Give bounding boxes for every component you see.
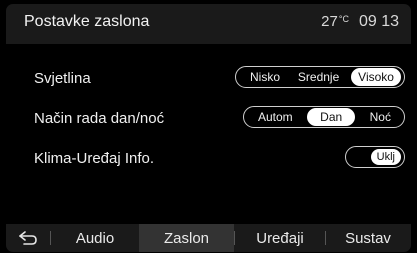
- header-bar: Postavke zaslona 27 °C 09 13: [6, 4, 411, 44]
- back-button[interactable]: [6, 224, 50, 252]
- status-area: 27 °C 09 13: [321, 13, 399, 31]
- settings-list: Svjetlina Nisko Srednje Visoko Način rad…: [6, 44, 411, 224]
- day-night-selector[interactable]: Autom Dan Noć: [243, 106, 405, 128]
- brightness-option-low[interactable]: Nisko: [244, 69, 286, 85]
- day-night-option-night[interactable]: Noć: [364, 109, 401, 125]
- climate-info-state[interactable]: Uklj: [370, 149, 401, 165]
- temperature-unit: °C: [338, 14, 349, 24]
- day-night-label: Način rada dan/noć: [34, 110, 165, 127]
- tab-audio[interactable]: Audio: [51, 224, 139, 252]
- brightness-option-medium[interactable]: Srednje: [292, 69, 345, 85]
- brightness-label: Svjetlina: [34, 70, 91, 87]
- back-arrow-icon: [19, 231, 37, 245]
- day-night-option-day[interactable]: Dan: [307, 108, 356, 126]
- display-settings-screen: Postavke zaslona 27 °C 09 13 Svjetlina N…: [0, 0, 417, 253]
- brightness-option-high[interactable]: Visoko: [351, 68, 401, 86]
- brightness-selector[interactable]: Nisko Srednje Visoko: [235, 66, 405, 88]
- brightness-row: Svjetlina Nisko Srednje Visoko: [6, 64, 411, 94]
- page-title: Postavke zaslona: [24, 13, 150, 30]
- day-night-row: Način rada dan/noć Autom Dan Noć: [6, 104, 411, 134]
- clock: 09 13: [358, 13, 399, 30]
- day-night-option-auto[interactable]: Autom: [252, 109, 299, 125]
- climate-info-row: Klima-Uređaj Info. Uklj: [6, 144, 411, 174]
- climate-info-label: Klima-Uređaj Info.: [34, 150, 155, 167]
- tab-zaslon[interactable]: Zaslon: [139, 224, 234, 252]
- temperature-value: 27: [321, 13, 338, 30]
- climate-info-toggle[interactable]: Uklj: [345, 146, 405, 168]
- tab-uredaji[interactable]: Uređaji: [235, 224, 325, 252]
- bottom-nav: Audio Zaslon Uređaji Sustav: [6, 224, 411, 252]
- tab-sustav[interactable]: Sustav: [326, 224, 410, 252]
